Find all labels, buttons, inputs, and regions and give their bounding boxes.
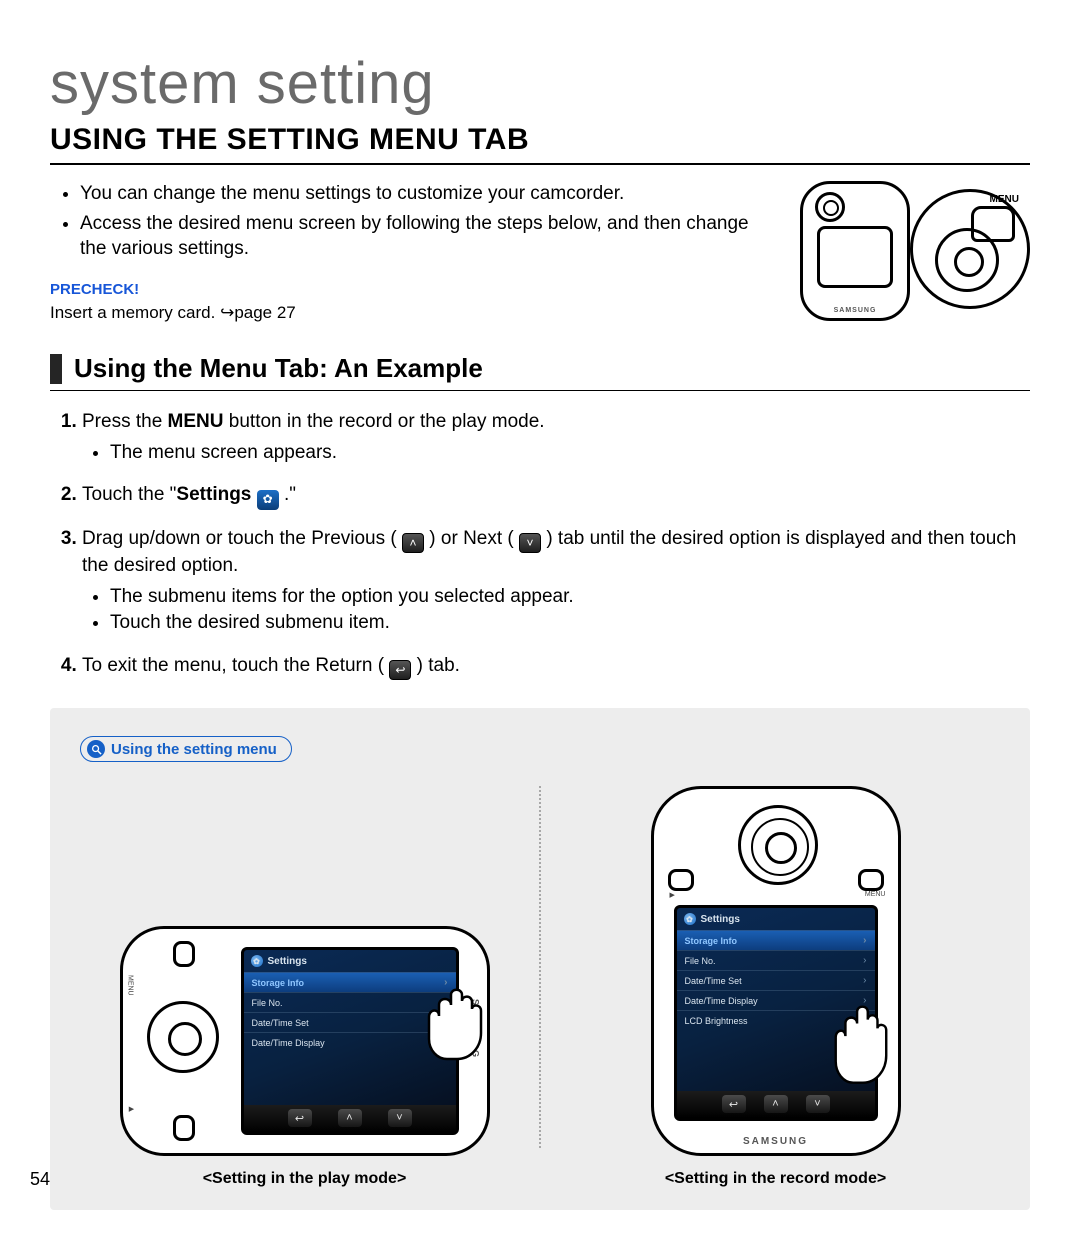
left-button-icon: [668, 869, 694, 891]
previous-up-icon: ˄: [402, 533, 424, 553]
screen-nav-bar: ↩ ˄ ˅: [244, 1105, 456, 1132]
settings-screen-play: ✿ Settings Storage Info› File No.› Date/T…: [241, 947, 459, 1135]
settings-gear-icon: ✿: [684, 913, 696, 925]
blank-screen-icon: [817, 226, 893, 288]
brand-label: SAMSUNG: [471, 999, 481, 1059]
tiny-label: ▶: [127, 1105, 135, 1113]
nav-up-icon: ˄: [338, 1109, 362, 1127]
info-pill: Using the setting menu: [80, 736, 292, 762]
step-3: Drag up/down or touch the Previous ( ˄ )…: [82, 526, 1030, 637]
next-down-icon: ˅: [519, 533, 541, 553]
screen-title: Settings: [268, 956, 307, 967]
top-button-icon: [173, 941, 195, 967]
return-icon: ↩: [389, 660, 411, 680]
nav-up-icon: ˄: [764, 1095, 788, 1113]
intro-bullet: Access the desired menu screen by follow…: [80, 211, 770, 262]
dial-icon: [738, 805, 818, 885]
intro-bullet: You can change the menu settings to cust…: [80, 181, 770, 207]
settings-gear-icon: ✿: [257, 490, 279, 510]
bottom-button-icon: [173, 1115, 195, 1141]
brand-label: SAMSUNG: [654, 1136, 898, 1147]
right-button-icon: [858, 869, 884, 891]
precheck-label: PRECHECK!: [50, 280, 770, 300]
tiny-label: ▶: [670, 891, 675, 899]
menu-item: Date/Time Display›: [244, 1032, 456, 1052]
nav-down-icon: ˅: [806, 1095, 830, 1113]
dial-icon: [147, 1001, 219, 1073]
precheck-text: Insert a memory card. ↪page 27: [50, 302, 770, 325]
menu-item: LCD Brightness›: [677, 1010, 875, 1030]
vertical-separator: [539, 786, 541, 1148]
step-2: Touch the "Settings ✿ .": [82, 482, 1030, 509]
menu-item: Date/Time Display›: [677, 990, 875, 1010]
caption-play-mode: <Setting in the play mode>: [203, 1170, 407, 1188]
step-3-sub: The submenu items for the option you sel…: [110, 584, 1030, 611]
tiny-label: MENU: [865, 891, 886, 898]
page-number: 54: [30, 1169, 50, 1190]
screen-title: Settings: [701, 914, 740, 925]
menu-button-label: MENU: [990, 194, 1019, 205]
menu-item: File No.›: [244, 992, 456, 1012]
menu-item: File No.›: [677, 950, 875, 970]
brand-label: SAMSUNG: [803, 307, 907, 314]
menu-item-highlighted: Storage Info›: [244, 972, 456, 992]
menu-item-highlighted: Storage Info›: [677, 930, 875, 950]
step-3-sub: Touch the desired submenu item.: [110, 610, 1030, 637]
heading-accent-bar: [50, 354, 62, 384]
zoom-callout: MENU: [910, 189, 1030, 309]
camcorder-outline: SAMSUNG: [800, 181, 910, 321]
step-4: To exit the menu, touch the Return ( ↩ )…: [82, 653, 1030, 680]
settings-gear-icon: ✿: [251, 955, 263, 967]
info-pill-label: Using the setting menu: [111, 741, 277, 758]
settings-screen-record: ✿ Settings Storage Info› File No.› Date/T…: [674, 905, 878, 1121]
subheading: Using the Menu Tab: An Example: [74, 353, 483, 384]
tiny-label: MENU: [127, 975, 134, 996]
page-title: system setting: [50, 50, 1030, 117]
magnifier-icon: [87, 740, 105, 758]
caption-record-mode: <Setting in the record mode>: [665, 1170, 886, 1188]
camcorder-record-mode: ▶ MENU SAMSUNG ✿ Settings Storage Info› F…: [651, 786, 901, 1156]
nav-return-icon: ↩: [722, 1095, 746, 1113]
camcorder-play-mode: MENU ▶ SAMSUNG ✿ Settings Storage Info› F…: [120, 926, 490, 1156]
nav-return-icon: ↩: [288, 1109, 312, 1127]
device-illustration-top: SAMSUNG MENU: [800, 181, 1030, 321]
screen-nav-bar: ↩ ˄ ˅: [677, 1091, 875, 1118]
lens-icon: [815, 192, 845, 222]
step-1: Press the MENU button in the record or t…: [82, 409, 1030, 466]
menu-item: Date/Time Set›: [677, 970, 875, 990]
menu-item: Date/Time Set›: [244, 1012, 456, 1032]
step-1-sub: The menu screen appears.: [110, 440, 1030, 467]
dial-icon: [935, 228, 999, 292]
illustration-block: Using the setting menu MENU ▶ SAMSUNG ✿ S…: [50, 708, 1030, 1210]
nav-down-icon: ˅: [388, 1109, 412, 1127]
section-title: USING THE SETTING MENU TAB: [50, 123, 1030, 165]
